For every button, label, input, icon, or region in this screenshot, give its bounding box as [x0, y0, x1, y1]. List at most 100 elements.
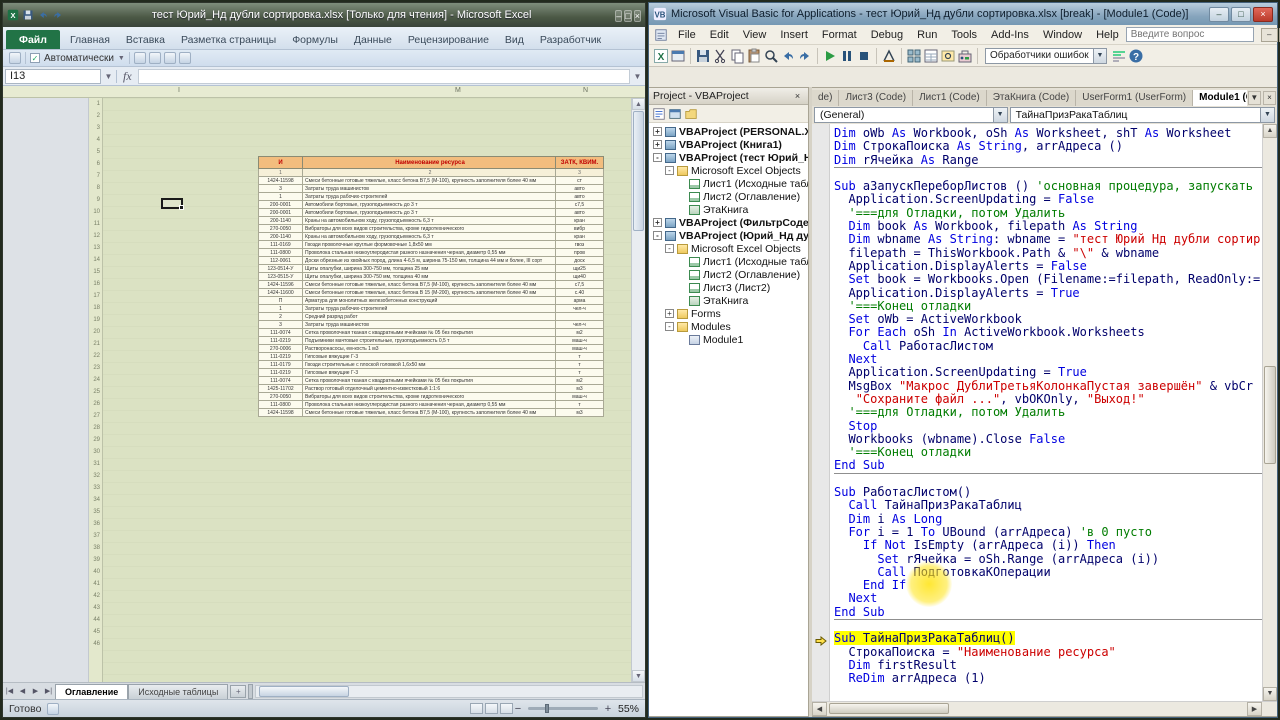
last-sheet-icon[interactable]: ▶| — [42, 687, 55, 695]
tree-expander-icon[interactable]: - — [653, 153, 662, 162]
tree-expander-icon[interactable]: - — [665, 166, 674, 175]
excel-logo-icon[interactable]: X — [7, 9, 19, 21]
ribbon-tab-6[interactable]: Данные — [346, 30, 400, 49]
menu-file[interactable]: File — [671, 27, 703, 43]
code-text[interactable]: Dim oWb As Workbook, oSh As Worksheet, s… — [830, 124, 1262, 701]
row-header-21[interactable]: 21 — [89, 338, 102, 350]
run-icon[interactable] — [822, 48, 838, 64]
row-header-39[interactable]: 39 — [89, 554, 102, 566]
row-header-33[interactable]: 33 — [89, 482, 102, 494]
table-row[interactable]: 3 Затраты труда машинистов авто — [258, 184, 604, 193]
tree-item-7[interactable]: ЭтаКнига — [649, 203, 808, 216]
row-header-27[interactable]: 27 — [89, 410, 102, 422]
tree-expander-icon[interactable]: + — [653, 127, 662, 136]
calc-options-icon[interactable] — [133, 52, 146, 64]
table-row[interactable]: 111-0219 Гипсовые вяжущие Г-3 т — [258, 368, 604, 377]
table-row[interactable]: 111-0074 Сетка проволочная тканая с квадр… — [258, 376, 604, 385]
tree-item-5[interactable]: Лист1 (Исходные таблиц — [649, 177, 808, 190]
scrollbar-thumb[interactable] — [829, 703, 949, 714]
first-sheet-icon[interactable]: |◀ — [3, 687, 16, 695]
row-header-11[interactable]: 11 — [89, 218, 102, 230]
copy-icon[interactable] — [729, 48, 745, 64]
macro-record-icon[interactable] — [47, 702, 60, 715]
row-header-18[interactable]: 18 — [89, 302, 102, 314]
column-header-I[interactable]: I — [178, 87, 180, 94]
table-row[interactable]: 270-0006 Растворонасосы, ем-кость 1 м3 маш… — [258, 344, 604, 353]
code-line-4[interactable] — [834, 166, 1262, 180]
tree-expander-icon[interactable]: - — [665, 322, 674, 331]
maximize-icon[interactable]: □ — [624, 10, 632, 22]
ribbon-tab-4[interactable]: Разметка страницы — [173, 30, 284, 49]
menu-insert[interactable]: Insert — [773, 27, 815, 43]
table-row[interactable]: 123-0514-У Щиты опалубки, ширина 300-750 … — [258, 264, 604, 273]
formula-input[interactable] — [137, 68, 630, 84]
row-header-15[interactable]: 15 — [89, 266, 102, 278]
code-line-17[interactable]: Call РаботасЛистом — [834, 339, 1262, 353]
scroll-down-icon[interactable]: ▼ — [632, 670, 645, 682]
object-browser-icon[interactable] — [940, 48, 956, 64]
zoom-slider[interactable] — [527, 704, 598, 713]
code-line-33[interactable]: Set rЯчейка = oSh.Range (arrАдреса (i)) — [834, 552, 1262, 566]
table-row[interactable]: 111-0219 Гипсовые вяжущие Г-3 т — [258, 352, 604, 361]
code-line-28[interactable]: Sub РаботасЛистом() — [834, 485, 1262, 499]
name-box[interactable]: I13 — [5, 68, 101, 84]
child-minimize-icon[interactable]: – — [1260, 27, 1278, 42]
selected-cell[interactable] — [161, 198, 184, 210]
row-header-42[interactable]: 42 — [89, 590, 102, 602]
toolbox-icon[interactable] — [957, 48, 973, 64]
zoom-slider-thumb[interactable] — [544, 704, 549, 713]
row-header-1[interactable]: 1 — [89, 98, 102, 110]
close-icon[interactable]: × — [791, 91, 804, 101]
insert-sheet-button[interactable]: + — [230, 684, 247, 698]
sheet-tab-1[interactable]: Оглавление — [55, 683, 129, 699]
table-row[interactable]: 1 Затраты труда рабочих-строителей чел-ч — [258, 304, 604, 313]
scroll-up-icon[interactable]: ▲ — [1263, 124, 1277, 138]
chevron-down-icon[interactable]: ▼ — [1093, 48, 1106, 63]
menu-edit[interactable]: Edit — [703, 27, 736, 43]
table-row[interactable]: П Арматура для монолитных железобетонных … — [258, 296, 604, 305]
row-header-46[interactable]: 46 — [89, 638, 102, 650]
code-margin[interactable] — [812, 124, 830, 701]
table-row[interactable]: 123-0515-У Щиты опалубки, ширина 300-750 … — [258, 272, 604, 281]
close-tab-icon[interactable]: × — [1262, 91, 1276, 105]
row-header-32[interactable]: 32 — [89, 470, 102, 482]
redo-icon[interactable] — [797, 48, 813, 64]
row-headers[interactable]: 1 2 3 4 5 6 7 8 9 10 11 12 13 14 15 16 17 18 19 20 21 22 23 24 2… — [89, 98, 103, 682]
scroll-down-icon[interactable]: ▼ — [1263, 687, 1277, 701]
code-line-27[interactable] — [834, 472, 1262, 486]
row-header-41[interactable]: 41 — [89, 578, 102, 590]
code-line-16[interactable]: For Each oSh In ActiveWorkbook.Worksheet… — [834, 326, 1262, 339]
save-icon[interactable] — [22, 9, 34, 21]
code-tab-1[interactable]: de) — [812, 90, 840, 106]
code-line-13[interactable]: Application.DisplayAlerts = True — [834, 286, 1262, 300]
zoom-in-button[interactable]: + — [603, 703, 613, 715]
code-line-35[interactable]: End If — [834, 578, 1262, 592]
ribbon-tab-3[interactable]: Вставка — [118, 30, 173, 49]
save-icon[interactable] — [695, 48, 711, 64]
next-sheet-icon[interactable]: ▶ — [29, 687, 42, 695]
scrollbar-thumb[interactable] — [259, 685, 350, 697]
menu-add-ins[interactable]: Add-Ins — [984, 27, 1036, 43]
row-header-43[interactable]: 43 — [89, 602, 102, 614]
row-header-10[interactable]: 10 — [89, 206, 102, 218]
tree-item-15[interactable]: + Forms — [649, 307, 808, 320]
code-line-38[interactable] — [834, 618, 1262, 632]
code-line-26[interactable]: End Sub — [834, 459, 1262, 472]
procedure-combo[interactable]: ТайнаПризРакаТаблиц ▼ — [1009, 107, 1275, 123]
chevron-down-icon[interactable]: ▼ — [992, 108, 1007, 122]
restore-icon[interactable]: □ — [1231, 6, 1251, 22]
undo-icon[interactable] — [37, 9, 49, 21]
row-header-20[interactable]: 20 — [89, 326, 102, 338]
code-tab-4[interactable]: ЭтаКнига (Code) — [986, 90, 1077, 106]
tab-list-dropdown-icon[interactable]: ▼ — [1247, 91, 1261, 105]
code-line-3[interactable]: Dim rЯчейка As Range — [834, 153, 1262, 167]
code-tab-6[interactable]: Module1 (Code) — [1193, 90, 1247, 106]
toggle-folders-icon[interactable] — [684, 107, 698, 121]
menu-format[interactable]: Format — [815, 27, 864, 43]
ribbon-tab-8[interactable]: Вид — [497, 30, 532, 49]
table-row[interactable]: 270-0050 Вибраторы для всех видов строите… — [258, 224, 604, 233]
code-line-15[interactable]: Set oWb = ActiveWorkbook — [834, 313, 1262, 326]
row-header-25[interactable]: 25 — [89, 386, 102, 398]
row-header-6[interactable]: 6 — [89, 158, 102, 170]
code-tab-2[interactable]: Лист3 (Code) — [839, 90, 914, 106]
